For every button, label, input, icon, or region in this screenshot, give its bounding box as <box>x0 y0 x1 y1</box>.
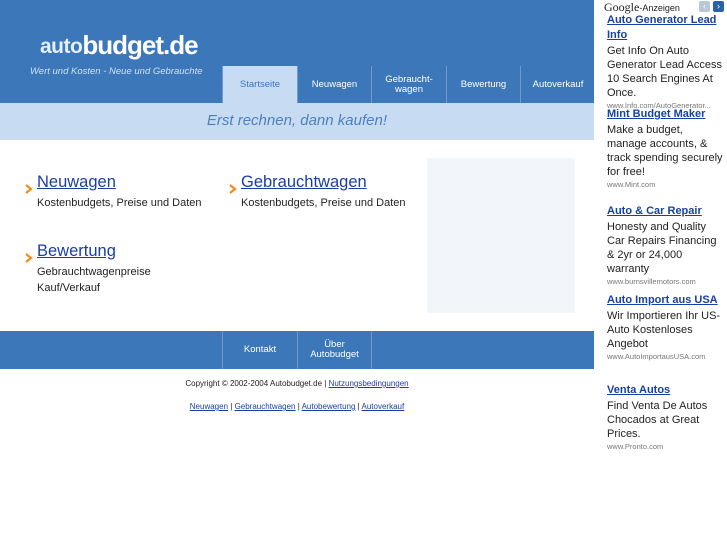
ad-url[interactable]: www.AutoImportausUSA.com <box>607 352 723 361</box>
chevron-left-icon[interactable]: ‹ <box>699 1 710 12</box>
ad-description: Wir Importieren Ihr US-Auto Kostenloses … <box>607 310 721 350</box>
ad-placeholder <box>427 158 575 313</box>
footer-nav-label: Über Autobudget <box>310 339 359 360</box>
ad-item: Auto Import aus USA Wir Importieren Ihr … <box>607 293 723 361</box>
footer-link-neuwagen[interactable]: Neuwagen <box>190 402 228 411</box>
section-gebrauchtwagen: Gebrauchtwagen Kostenbudgets, Preise und… <box>229 172 421 211</box>
ads-label: -Anzeigen <box>639 3 680 13</box>
tab-neuwagen[interactable]: Neuwagen <box>297 66 371 103</box>
terms-link[interactable]: Nutzungsbedingungen <box>329 379 409 388</box>
footer-nav-label: Kontakt <box>243 344 277 355</box>
ad-item: Venta Autos Find Venta De Autos Chocados… <box>607 383 723 451</box>
section-bewertung: Bewertung Gebrauchtwagenpreise Kauf/Verk… <box>25 241 217 296</box>
footer-link-autoverkauf[interactable]: Autoverkauf <box>362 402 405 411</box>
section-description: Kostenbudgets, Preise und Daten <box>241 197 406 209</box>
main-content: autobudget.de Wert und Kosten - Neue und… <box>0 0 594 545</box>
ad-title-link[interactable]: Mint Budget Maker <box>607 107 723 122</box>
slogan-text: Erst rechnen, dann kaufen! <box>206 112 387 129</box>
logo-budget-text: budget.de <box>82 30 198 60</box>
site-header: autobudget.de Wert und Kosten - Neue und… <box>0 0 594 103</box>
tab-startseite[interactable]: Startseite <box>222 66 297 103</box>
ad-description: Get Info On Auto Generator Lead Access 1… <box>607 45 722 99</box>
section-description: Kostenbudgets, Preise und Daten <box>37 197 202 209</box>
chevron-right-icon <box>229 184 237 194</box>
footer-link-ueber-autobudget[interactable]: Über Autobudget <box>297 331 372 369</box>
section-description: Gebrauchtwagenpreise Kauf/Verkauf <box>37 266 151 294</box>
tab-label: Autoverkauf <box>532 78 584 90</box>
separator: | <box>230 402 233 411</box>
ad-title-link[interactable]: Auto & Car Repair <box>607 204 723 219</box>
tab-bewertung[interactable]: Bewertung <box>446 66 520 103</box>
section-title-link[interactable]: Neuwagen <box>37 172 217 192</box>
tab-label: Bewertung <box>460 78 507 90</box>
ad-url[interactable]: www.Pronto.com <box>607 442 723 451</box>
logo-auto-text: auto <box>40 35 83 58</box>
ad-description: Find Venta De Autos Chocados at Great Pr… <box>607 400 708 440</box>
chevron-right-icon <box>25 184 33 194</box>
separator: | <box>297 402 300 411</box>
main-nav: Startseite Neuwagen Gebraucht- wagen Bew… <box>222 66 595 103</box>
section-title-link[interactable]: Gebrauchtwagen <box>241 172 421 192</box>
google-ads-sidebar: Google-Anzeigen ‹ › Auto Generator Lead … <box>594 0 727 545</box>
site-tagline: Wert und Kosten - Neue und Gebrauchte <box>30 66 203 77</box>
section-title-link[interactable]: Bewertung <box>37 241 217 261</box>
separator: | <box>357 402 360 411</box>
slogan-band: Erst rechnen, dann kaufen! <box>0 103 594 140</box>
google-brand: Google <box>604 0 640 14</box>
ad-url[interactable]: www.Mint.com <box>607 180 723 189</box>
footer-link-autobewertung[interactable]: Autobewertung <box>302 402 356 411</box>
ad-item: Auto Generator Lead Info Get Info On Aut… <box>607 13 723 109</box>
tab-gebrauchtwagen[interactable]: Gebraucht- wagen <box>371 66 446 103</box>
copyright-text: Copyright © 2002-2004 Autobudget.de | <box>185 379 327 388</box>
ad-title-link[interactable]: Venta Autos <box>607 383 723 398</box>
ad-title-link[interactable]: Auto Import aus USA <box>607 293 723 308</box>
copyright-line: Copyright © 2002-2004 Autobudget.de | Nu… <box>0 379 594 388</box>
footer-nav-bar: Kontakt Über Autobudget <box>0 331 594 369</box>
ad-url[interactable]: www.burnsvillemotors.com <box>607 277 723 286</box>
ad-description: Honesty and Quality Car Repairs Financin… <box>607 221 717 275</box>
tab-label: Neuwagen <box>311 78 358 90</box>
tab-label: Gebraucht- wagen <box>385 73 433 95</box>
ad-item: Auto & Car Repair Honesty and Quality Ca… <box>607 204 723 286</box>
site-logo[interactable]: autobudget.de <box>40 30 199 64</box>
footer-link-gebrauchtwagen[interactable]: Gebrauchtwagen <box>235 402 296 411</box>
footer-link-kontakt[interactable]: Kontakt <box>222 331 297 369</box>
ad-title-link[interactable]: Auto Generator Lead Info <box>607 13 723 43</box>
section-neuwagen: Neuwagen Kostenbudgets, Preise und Daten <box>25 172 217 211</box>
ad-description: Make a budget, manage accounts, & track … <box>607 124 723 178</box>
ad-item: Mint Budget Maker Make a budget, manage … <box>607 107 723 189</box>
footer-links: Neuwagen | Gebrauchtwagen | Autobewertun… <box>0 402 594 411</box>
chevron-right-icon <box>25 253 33 263</box>
chevron-right-icon[interactable]: › <box>713 1 724 12</box>
tab-autoverkauf[interactable]: Autoverkauf <box>520 66 595 103</box>
tab-label: Startseite <box>239 78 281 90</box>
